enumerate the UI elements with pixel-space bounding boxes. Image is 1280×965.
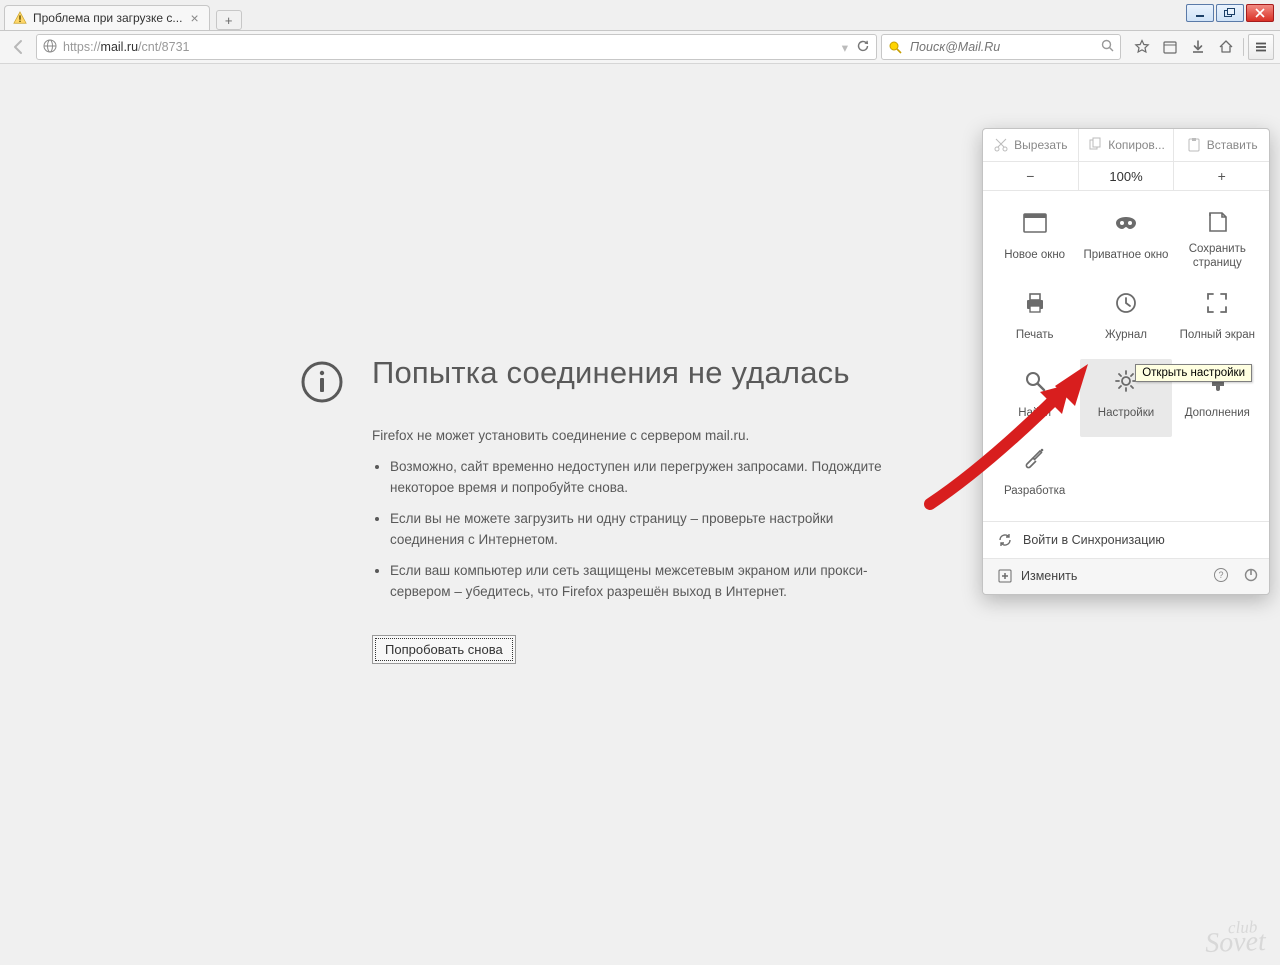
menu-item-label: Полный экран [1180,323,1255,349]
toolbar-icons [1125,34,1274,60]
print-icon [1021,289,1049,317]
cut-button[interactable]: Вырезать [983,129,1079,161]
plus-box-icon [997,568,1013,584]
error-container: Попытка соединения не удалась Firefox не… [300,354,900,664]
sync-signin-button[interactable]: Войти в Синхронизацию [983,522,1269,558]
quit-button[interactable] [1243,567,1259,586]
address-bar[interactable]: https://mail.ru/cnt/8731 ▾ [36,34,877,60]
globe-icon [43,39,57,56]
window-controls [1186,4,1274,22]
new-tab-button[interactable]: + [216,10,242,30]
error-title: Попытка соединения не удалась [372,354,850,392]
menu-item-new-window[interactable]: Новое окно [989,201,1080,281]
help-button[interactable]: ? [1213,567,1229,586]
cut-icon [993,137,1009,153]
tab-strip: Проблема при загрузке с... × + [0,0,1280,30]
edit-row: Вырезать Копиров... Вставить [983,129,1269,162]
hamburger-menu-button[interactable] [1248,34,1274,60]
annotation-arrow [920,344,1110,514]
error-bullet: Если вы не можете загрузить ни одну стра… [390,509,900,551]
menu-item-save-page[interactable]: Сохранить страницу [1172,201,1263,281]
reader-mode-icon[interactable]: ▾ [842,40,848,55]
search-input[interactable] [908,39,1097,55]
tab-close-icon[interactable]: × [188,10,200,26]
menu-footer: Изменить ? [983,558,1269,594]
navigation-bar: https://mail.ru/cnt/8731 ▾ [0,30,1280,64]
sync-icon [997,532,1013,548]
error-bullet: Возможно, сайт временно недоступен или п… [390,457,900,499]
new-window-icon [1021,209,1049,237]
reload-button[interactable] [856,39,870,56]
menu-item-label: Приватное окно [1083,243,1168,269]
maximize-button[interactable] [1216,4,1244,22]
zoom-out-button[interactable]: − [983,162,1079,190]
info-icon [300,360,344,404]
tooltip: Открыть настройки [1135,364,1252,382]
error-bullets: Возможно, сайт временно недоступен или п… [372,457,900,603]
menu-item-fullscreen[interactable]: Полный экран [1172,281,1263,359]
menu-item-label: Дополнения [1185,401,1250,427]
search-go-icon[interactable] [1101,39,1114,55]
svg-text:?: ? [1218,570,1223,580]
history-icon [1112,289,1140,317]
menu-item-label: Журнал [1105,323,1147,349]
save-page-icon [1203,209,1231,237]
home-icon[interactable] [1213,34,1239,60]
menu-item-label: Сохранить страницу [1174,243,1261,271]
search-bar[interactable] [881,34,1121,60]
back-button[interactable] [6,34,32,60]
zoom-value: 100% [1079,162,1175,190]
watermark: club Sovet [1205,920,1267,956]
tab-title: Проблема при загрузке с... [33,11,182,25]
copy-icon [1087,137,1103,153]
menu-item-private[interactable]: Приватное окно [1080,201,1171,281]
private-icon [1112,209,1140,237]
error-subtitle: Firefox не может установить соединение с… [372,428,900,443]
zoom-in-button[interactable]: + [1174,162,1269,190]
search-engine-icon [888,40,902,54]
library-icon[interactable] [1157,34,1183,60]
page-content: Попытка соединения не удалась Firefox не… [0,64,1280,965]
minimize-button[interactable] [1186,4,1214,22]
paste-button[interactable]: Вставить [1174,129,1269,161]
browser-tab[interactable]: Проблема при загрузке с... × [4,5,210,30]
menu-item-label: Новое окно [1004,243,1065,269]
retry-button[interactable]: Попробовать снова [372,635,516,664]
warning-icon [13,11,27,25]
copy-button[interactable]: Копиров... [1079,129,1175,161]
zoom-row: − 100% + [983,162,1269,191]
bookmark-star-icon[interactable] [1129,34,1155,60]
fullscreen-icon [1203,289,1231,317]
customize-button[interactable]: Изменить [997,568,1077,584]
paste-icon [1186,137,1202,153]
error-bullet: Если ваш компьютер или сеть защищены меж… [390,561,900,603]
url-text: https://mail.ru/cnt/8731 [63,40,189,54]
downloads-icon[interactable] [1185,34,1211,60]
close-button[interactable] [1246,4,1274,22]
